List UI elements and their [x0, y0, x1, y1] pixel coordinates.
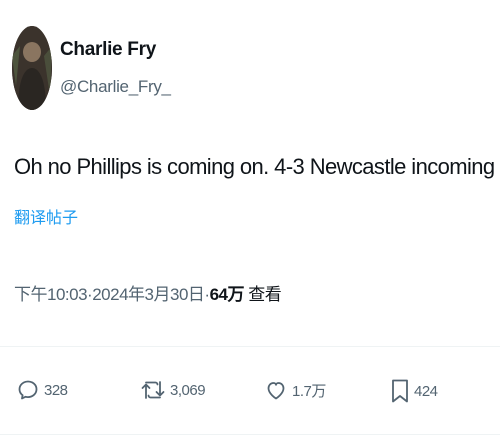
tweet-header: Charlie Fry @Charlie_Fry_ — [12, 26, 171, 110]
tweet-date[interactable]: 2024年3月30日 — [92, 285, 205, 304]
bookmark-count: 424 — [414, 382, 438, 400]
views-label: 查看 — [248, 285, 282, 304]
views-count: 64万 — [209, 285, 245, 304]
tweet-time[interactable]: 下午10:03 — [14, 285, 88, 304]
tweet-card: Charlie Fry @Charlie_Fry_ Oh no Phillips… — [0, 0, 500, 440]
retweet-button[interactable]: 3,069 — [140, 378, 206, 402]
avatar[interactable] — [12, 26, 52, 110]
retweet-icon — [140, 378, 166, 402]
like-button[interactable]: 1.7万 — [264, 378, 326, 402]
author-names: Charlie Fry @Charlie_Fry_ — [60, 39, 171, 97]
divider — [0, 346, 500, 347]
bookmark-icon — [390, 378, 410, 404]
retweet-count: 3,069 — [170, 381, 206, 399]
reply-count: 328 — [44, 381, 68, 399]
like-icon — [264, 378, 288, 402]
like-count: 1.7万 — [292, 382, 326, 400]
author-display-name[interactable]: Charlie Fry — [60, 39, 171, 61]
tweet-text: Oh no Phillips is coming on. 4-3 Newcast… — [14, 154, 495, 179]
action-bar: 328 3,069 1.7万 424 — [0, 378, 500, 418]
bookmark-button[interactable]: 424 — [390, 378, 438, 404]
reply-icon — [16, 378, 40, 402]
divider — [0, 434, 500, 435]
tweet-meta: 下午10:03·2024年3月30日·64万 查看 — [14, 280, 282, 305]
author-handle[interactable]: @Charlie_Fry_ — [60, 77, 171, 97]
reply-button[interactable]: 328 — [16, 378, 68, 402]
translate-link[interactable]: 翻译帖子 — [14, 204, 78, 228]
